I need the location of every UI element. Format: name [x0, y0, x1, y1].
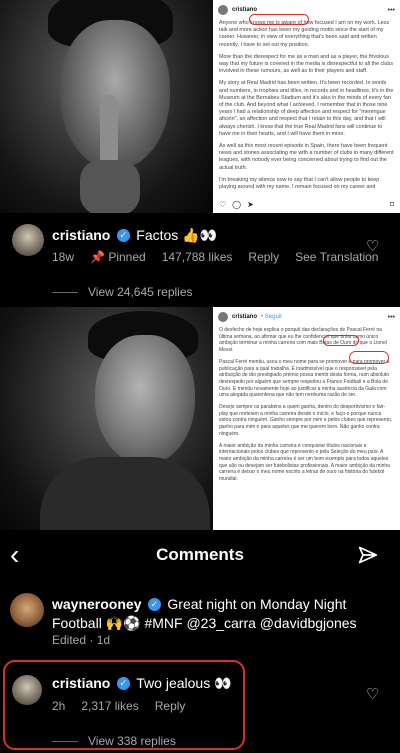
comment-line: cristiano ✓ Two jealous 👀: [52, 675, 252, 693]
comment-line: cristiano ✓ Factos 👍👀: [52, 227, 372, 245]
highlight-circle: [249, 14, 309, 25]
post-paragraph: Pascal Ferré mentiu, usou o meu nome par…: [219, 358, 390, 399]
verified-icon: ✓: [147, 598, 161, 612]
post-username: cristiano: [232, 314, 258, 320]
post-paragraph: Anyone who knows me is aware of how focu…: [219, 20, 390, 48]
comment-meta: 2h 2,317 likes Reply: [52, 699, 185, 713]
view-replies-button[interactable]: View 24,645 replies: [52, 285, 193, 299]
post-avatar: [218, 5, 228, 15]
pin-icon: 📌: [90, 250, 105, 264]
comment-time: 2h: [52, 699, 66, 713]
comment-meta: 18w 📌 Pinned 147,788 likes Reply See Tra…: [52, 250, 382, 264]
send-icon[interactable]: [358, 545, 378, 570]
post-paragraph: O desfecho de hoje explica o porquê das …: [219, 327, 387, 354]
highlight-circle: [323, 335, 359, 346]
post-paragraph: A maior ambição da minha carreira é conq…: [219, 442, 390, 483]
likes-count[interactable]: 2,317 likes: [81, 699, 138, 713]
post-avatar: [218, 312, 228, 322]
verified-icon: ✓: [116, 229, 130, 243]
post-body: Anyone who knows me is aware of how focu…: [213, 20, 400, 191]
comment-username[interactable]: cristiano: [52, 227, 110, 243]
avatar[interactable]: [12, 675, 42, 705]
divider-line: [52, 291, 78, 293]
reply-button[interactable]: Reply: [248, 250, 279, 264]
post-header: cristiano • Seguir •••: [213, 307, 400, 327]
verified-icon: ✓: [116, 677, 130, 691]
post-paragraph: More than the disrespect for me as a man…: [219, 53, 394, 75]
avatar[interactable]: [12, 224, 44, 256]
pinned-badge: 📌 Pinned: [90, 250, 146, 264]
follow-button[interactable]: • Seguir: [261, 314, 282, 320]
avatar[interactable]: [10, 593, 44, 627]
view-replies-label: View 338 replies: [88, 734, 176, 748]
post-text-2: cristiano • Seguir ••• O desfecho de hoj…: [213, 307, 400, 530]
reply-button[interactable]: Reply: [155, 699, 186, 713]
comment-text: Factos 👍👀: [136, 227, 218, 243]
post-username: cristiano: [232, 7, 258, 13]
like-heart-icon[interactable]: ♡: [366, 685, 379, 703]
likes-count[interactable]: 147,788 likes: [162, 250, 233, 264]
view-replies-button[interactable]: View 338 replies: [52, 734, 176, 748]
more-icon[interactable]: •••: [388, 314, 395, 321]
share-icon[interactable]: ➤: [247, 200, 254, 209]
post-paragraph: My story at Real Madrid has been written…: [219, 80, 394, 137]
comment-meta: Edited · 1d: [52, 633, 110, 647]
ronaldo-photo-1: [0, 0, 213, 213]
comment-icon[interactable]: ◯: [232, 200, 241, 209]
edited-label: Edited · 1d: [52, 633, 111, 647]
page-title: Comments: [156, 545, 244, 564]
post-paragraph: Desejo sempre os parabéns a quem ganha, …: [219, 404, 393, 437]
post-actions: ♡ ◯ ➤ ⌑: [219, 198, 394, 209]
comment-text: Two jealous 👀: [136, 675, 232, 691]
like-heart-icon[interactable]: ♡: [366, 237, 379, 255]
ronaldo-photo-2: [0, 307, 213, 530]
divider-line: [52, 740, 78, 742]
bookmark-icon[interactable]: ⌑: [390, 200, 394, 209]
highlight-circle: [349, 351, 389, 364]
comment-username[interactable]: waynerooney: [52, 596, 141, 612]
heart-icon[interactable]: ♡: [219, 200, 226, 209]
comment-line: waynerooney ✓ Great night on Monday Nigh…: [52, 595, 382, 633]
comment-time: 18w: [52, 250, 75, 264]
post-paragraph: As well as this most recent episode in S…: [219, 143, 394, 171]
post-text-1: cristiano ••• Anyone who knows me is awa…: [213, 0, 400, 213]
pinned-label: Pinned: [108, 250, 146, 264]
comment-username[interactable]: cristiano: [52, 675, 110, 691]
more-icon[interactable]: •••: [388, 7, 395, 14]
view-replies-label: View 24,645 replies: [88, 285, 193, 299]
post-paragraph: I'm breaking my silence now to say that …: [219, 176, 380, 191]
